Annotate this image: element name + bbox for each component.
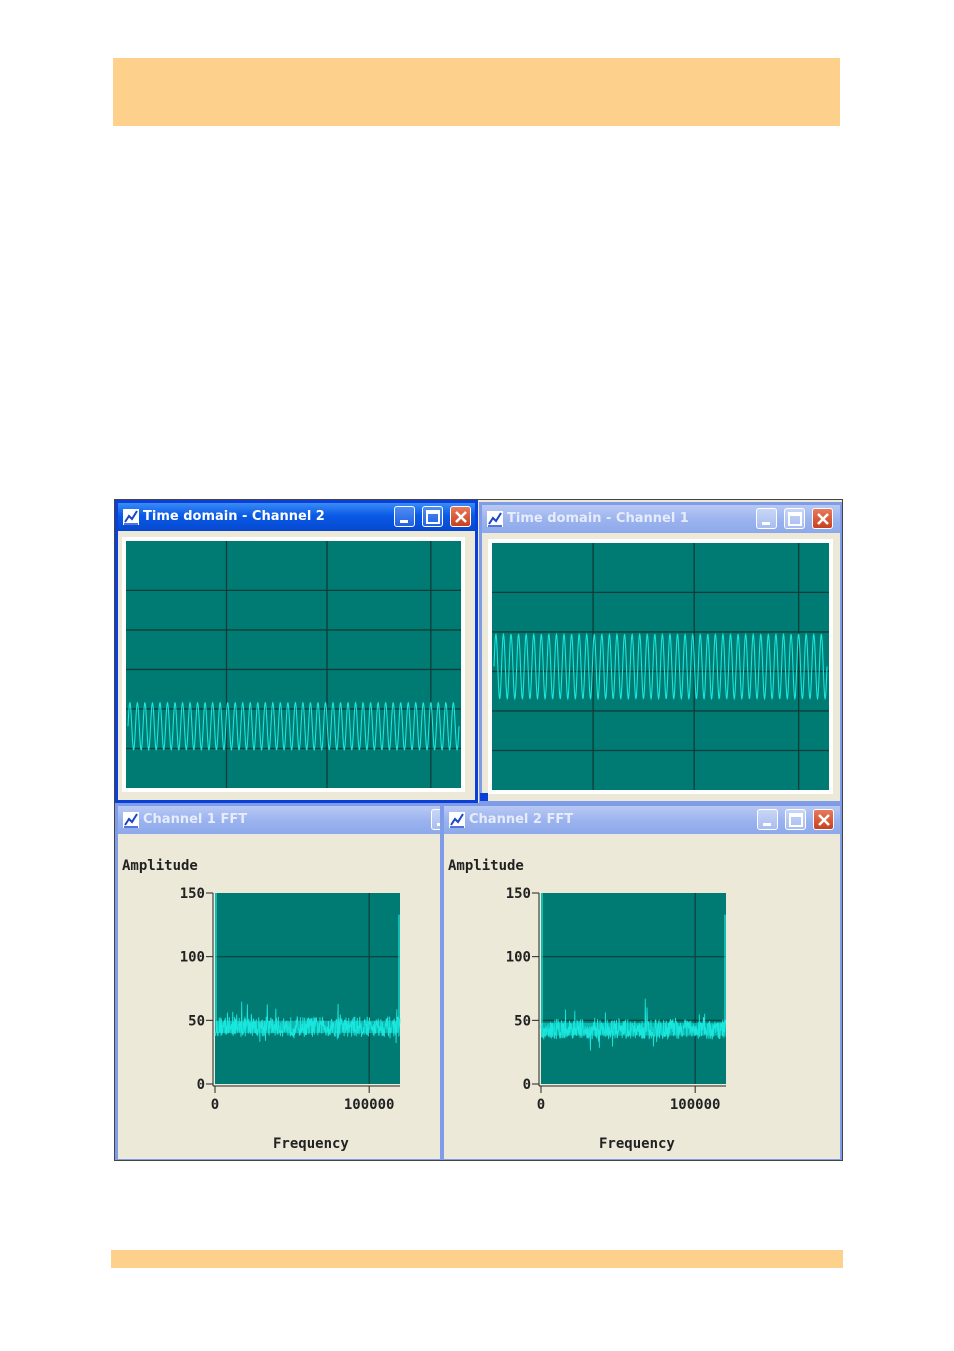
title-bar[interactable]: Channel 1 FFT [118,806,440,834]
y-tick-label: 150 [506,886,531,902]
window-channel-1-fft[interactable]: Channel 1 FFT Amplitude 0 50 100 150 0 100000… [115,803,443,1160]
x-axis-label: Frequency [273,1136,349,1152]
maximize-icon [788,512,802,526]
minimize-button[interactable] [756,508,777,529]
resize-grip[interactable] [480,793,488,801]
maximize-button[interactable] [785,809,806,830]
window-channel-2-fft[interactable]: Channel 2 FFT Amplitude 0 50 100 150 0 100000… [441,803,842,1160]
x-tick-label: 0 [211,1097,219,1113]
y-tick-label: 100 [180,950,205,966]
window-title: Channel 2 FFT [469,812,574,827]
y-tick-label: 100 [506,950,531,966]
y-tick-label: 0 [523,1077,531,1093]
y-tick-label: 50 [188,1013,205,1029]
close-icon [817,513,829,525]
header-band [113,58,840,126]
x-tick-label: 100000 [670,1097,721,1113]
y-tick-label: 50 [514,1013,531,1029]
window-title: Time domain - Channel 1 [507,511,689,526]
title-bar[interactable]: Time domain - Channel 1 [482,505,840,533]
footer-band [111,1250,843,1268]
plot-area [215,893,400,1084]
plot-area [541,893,726,1084]
screenshot-frame: Time domain - Channel 2 Time domain - Ch… [114,499,843,1161]
graph-icon [123,812,139,828]
maximize-button[interactable] [784,508,805,529]
close-button[interactable] [813,809,834,830]
window-time-domain-channel-2[interactable]: Time domain - Channel 2 [115,500,478,803]
spectrum-band [542,1022,725,1036]
title-bar[interactable]: Channel 2 FFT [444,806,840,834]
fft-plot: 0 50 100 150 0 100000 [180,886,401,1113]
close-button[interactable] [812,508,833,529]
minimize-icon [763,823,771,826]
minimize-icon [400,520,408,523]
window-client [482,533,840,801]
graph-icon [449,812,465,828]
window-client: Amplitude 0 50 100 150 0 100000 Frequency [444,834,840,1159]
window-client: Amplitude 0 50 100 150 0 100000 Frequency [118,834,440,1159]
window-client [118,531,475,800]
y-tick-label: 0 [197,1077,205,1093]
close-icon [455,511,467,523]
title-bar[interactable]: Time domain - Channel 2 [118,503,475,531]
time-domain-plot [122,537,465,792]
y-tick-label: 150 [180,886,205,902]
maximize-icon [426,510,440,524]
fft-plot: 0 50 100 150 0 100000 [506,886,727,1113]
x-tick-label: 0 [537,1097,545,1113]
minimize-button[interactable] [394,506,415,527]
close-button[interactable] [450,506,471,527]
x-tick-label: 100000 [344,1097,395,1113]
graph-icon [123,509,139,525]
close-icon [818,814,830,826]
minimize-icon [762,522,770,525]
time-domain-plot [488,539,833,794]
maximize-button[interactable] [422,506,443,527]
window-title: Channel 1 FFT [143,812,248,827]
plot-area [126,541,461,788]
maximize-icon [789,813,803,827]
minimize-button[interactable] [757,809,778,830]
x-axis-label: Frequency [599,1136,675,1152]
spectrum-band [216,1020,399,1034]
window-title: Time domain - Channel 2 [143,509,325,524]
window-time-domain-channel-1[interactable]: Time domain - Channel 1 [479,502,842,804]
graph-icon [487,511,503,527]
